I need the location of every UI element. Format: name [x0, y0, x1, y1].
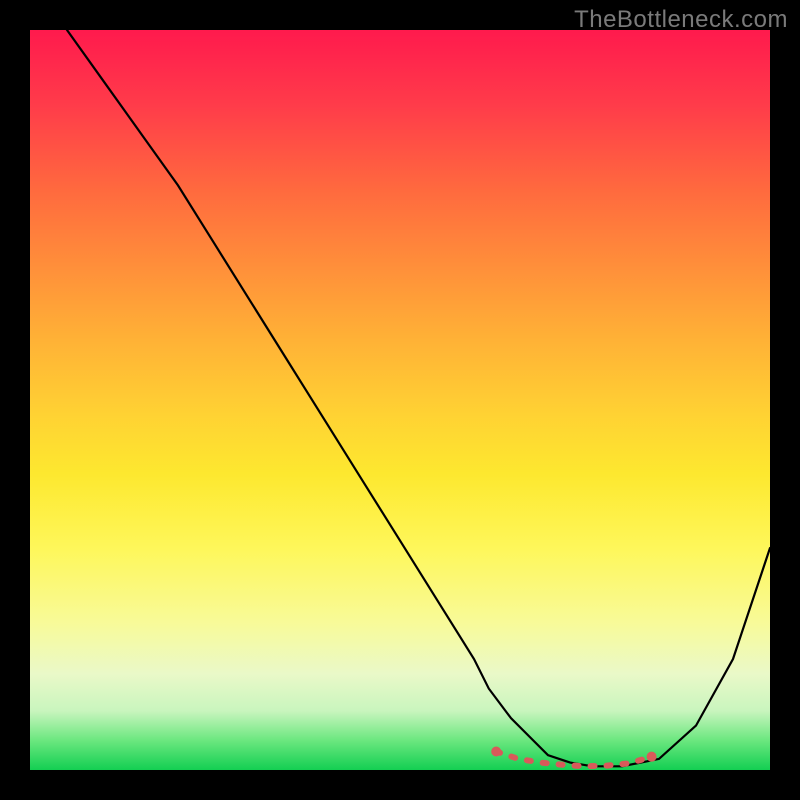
plot-area — [30, 30, 770, 770]
bottleneck-curve — [67, 30, 770, 766]
chart-frame: TheBottleneck.com — [0, 0, 800, 800]
chart-svg — [30, 30, 770, 770]
